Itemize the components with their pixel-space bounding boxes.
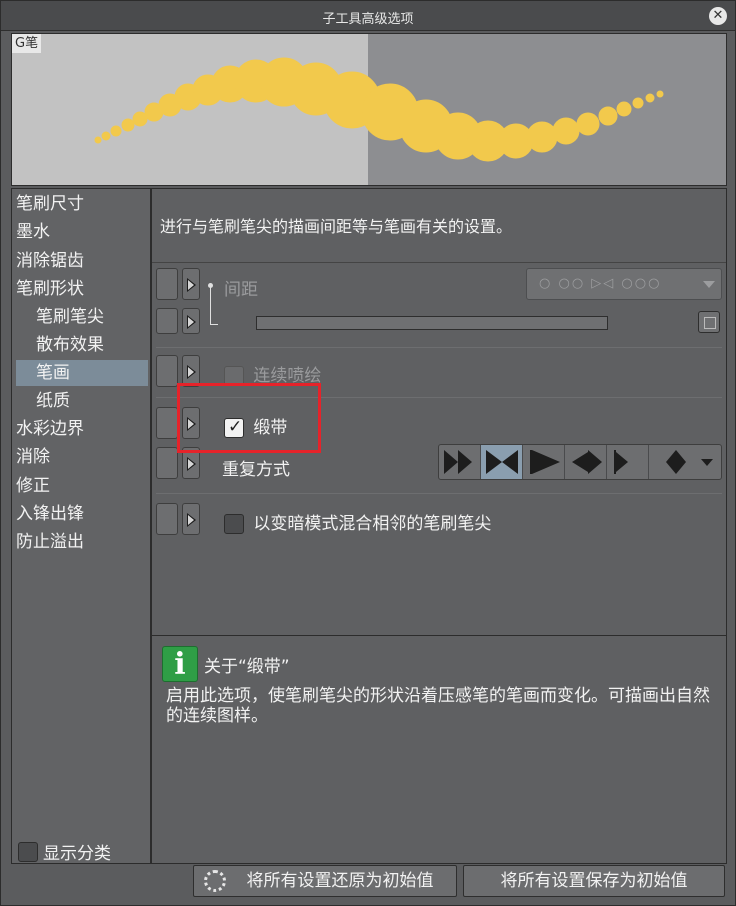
settings-panel: 进行与笔刷笔尖的描画间距等与笔画有关的设置。 间距 ○ ○○ ▷◁ ○○○ 连续… <box>151 188 727 864</box>
save-all-label: 将所有设置保存为初始值 <box>500 871 688 891</box>
expand-arrow-icon <box>187 315 196 329</box>
divider <box>156 347 722 348</box>
sidebar-item-watercolor-edge[interactable]: 水彩边界 <box>16 416 84 442</box>
darken-blend-checkbox[interactable] <box>224 514 244 534</box>
continuous-spray-lock-button[interactable] <box>156 355 178 387</box>
repeat-icon <box>444 450 472 474</box>
repeat-mode-rebound-reverse[interactable] <box>649 445 719 479</box>
repeat-mode-once[interactable] <box>523 445 565 479</box>
info-icon: i <box>162 646 198 682</box>
sidebar-item-ink[interactable]: 墨水 <box>16 219 50 245</box>
reset-icon <box>204 870 226 892</box>
show-category-label: 显示分类 <box>43 844 111 864</box>
repeat-mode-repeat-reverse[interactable] <box>481 445 523 479</box>
spacing-bracket <box>208 283 218 325</box>
show-category-option[interactable]: 显示分类 <box>18 839 111 864</box>
darken-blend-expand-button[interactable] <box>182 503 200 535</box>
save-all-button[interactable]: 将所有设置保存为初始值 <box>463 865 725 897</box>
spacing-select[interactable]: ○ ○○ ▷◁ ○○○ <box>526 268 722 300</box>
sidebar-item-starting-ending[interactable]: 入锋出锋 <box>16 501 84 527</box>
spacing-slider[interactable] <box>256 316 608 330</box>
help-title: 关于“缎带” <box>204 657 290 677</box>
brush-name-label: G笔 <box>12 34 42 53</box>
stroke-preview-graphic <box>94 57 664 162</box>
sidebar-item-paper-texture[interactable]: 纸质 <box>36 388 70 414</box>
brush-preview: G笔 <box>11 33 727 186</box>
divider <box>156 493 722 494</box>
repeat-mode-selector[interactable] <box>438 444 722 480</box>
repeat-mode-lock-button[interactable] <box>156 447 178 479</box>
help-info-panel: i 关于“缎带” 启用此选项，使笔刷笔尖的形状沿着压感笔的笔画而变化。可描画出自… <box>152 635 726 863</box>
rebound-reverse-icon <box>666 450 686 474</box>
sidebar-item-correction[interactable]: 修正 <box>16 473 50 499</box>
sidebar-item-prevent-overflow[interactable]: 防止溢出 <box>16 529 84 555</box>
close-icon[interactable]: ✕ <box>709 7 727 25</box>
repeat-mode-rebound[interactable] <box>607 445 649 479</box>
spacing-expand-button[interactable] <box>182 268 200 300</box>
repeat-mode-label: 重复方式 <box>222 460 290 480</box>
reset-all-label: 将所有设置还原为初始值 <box>246 871 434 891</box>
repeat-mode-repeat[interactable] <box>439 445 481 479</box>
sidebar-item-brush-tip[interactable]: 笔刷笔尖 <box>36 304 104 330</box>
titlebar[interactable]: 子工具高级选项 ✕ <box>1 1 735 31</box>
spacing-value-lock-button[interactable] <box>156 308 178 334</box>
ribbon-lock-button[interactable] <box>156 407 178 439</box>
repeat-mode-once-reverse[interactable] <box>565 445 607 479</box>
repeat-reverse-icon <box>486 450 518 474</box>
sidebar-item-brush-shape[interactable]: 笔刷形状 <box>16 276 84 302</box>
expand-arrow-icon <box>187 513 196 527</box>
sidebar-item-erase[interactable]: 消除 <box>16 444 50 470</box>
spacing-label: 间距 <box>224 280 258 300</box>
sidebar-item-spray-effect[interactable]: 散布效果 <box>36 332 104 358</box>
chevron-down-icon[interactable] <box>701 459 713 466</box>
expand-arrow-icon <box>187 457 196 471</box>
help-text: 启用此选项，使笔刷笔尖的形状沿着压感笔的笔画而变化。可描画出自然的连续图样。 <box>166 686 710 726</box>
spacing-reset-button[interactable] <box>698 311 720 333</box>
category-sidebar: 笔刷尺寸 墨水 消除锯齿 笔刷形状 笔刷笔尖 散布效果 笔画 纸质 水彩边界 消… <box>11 188 151 864</box>
once-reverse-icon <box>572 450 602 474</box>
darken-blend-option[interactable]: 以变暗模式混合相邻的笔刷笔尖 <box>224 509 491 534</box>
spacing-value-expand-button[interactable] <box>182 308 200 334</box>
spacing-lock-button[interactable] <box>156 268 178 300</box>
spacing-select-value: ○ ○○ ▷◁ ○○○ <box>539 276 662 291</box>
sub-tool-advanced-options-window: 子工具高级选项 ✕ G笔 笔刷尺寸 墨水 消除锯齿 笔刷形状 笔刷笔尖 散布效果 <box>0 0 736 906</box>
window-title: 子工具高级选项 <box>322 12 414 27</box>
sidebar-item-stroke[interactable]: 笔画 <box>16 360 148 386</box>
reset-all-button[interactable]: 将所有设置还原为初始值 <box>193 865 457 897</box>
once-icon <box>530 450 560 474</box>
darken-blend-label: 以变暗模式混合相邻的笔刷笔尖 <box>253 514 492 534</box>
sidebar-item-brush-size[interactable]: 笔刷尺寸 <box>16 191 84 217</box>
ribbon-highlight-box <box>177 383 321 453</box>
darken-blend-lock-button[interactable] <box>156 503 178 535</box>
show-category-checkbox[interactable] <box>18 841 38 862</box>
expand-arrow-icon <box>187 365 196 379</box>
sidebar-item-anti-aliasing[interactable]: 消除锯齿 <box>16 248 84 274</box>
panel-description: 进行与笔刷笔尖的描画间距等与笔画有关的设置。 <box>160 217 513 236</box>
rebound-icon <box>614 450 628 474</box>
chevron-down-icon <box>703 281 715 288</box>
expand-arrow-icon <box>187 278 196 292</box>
